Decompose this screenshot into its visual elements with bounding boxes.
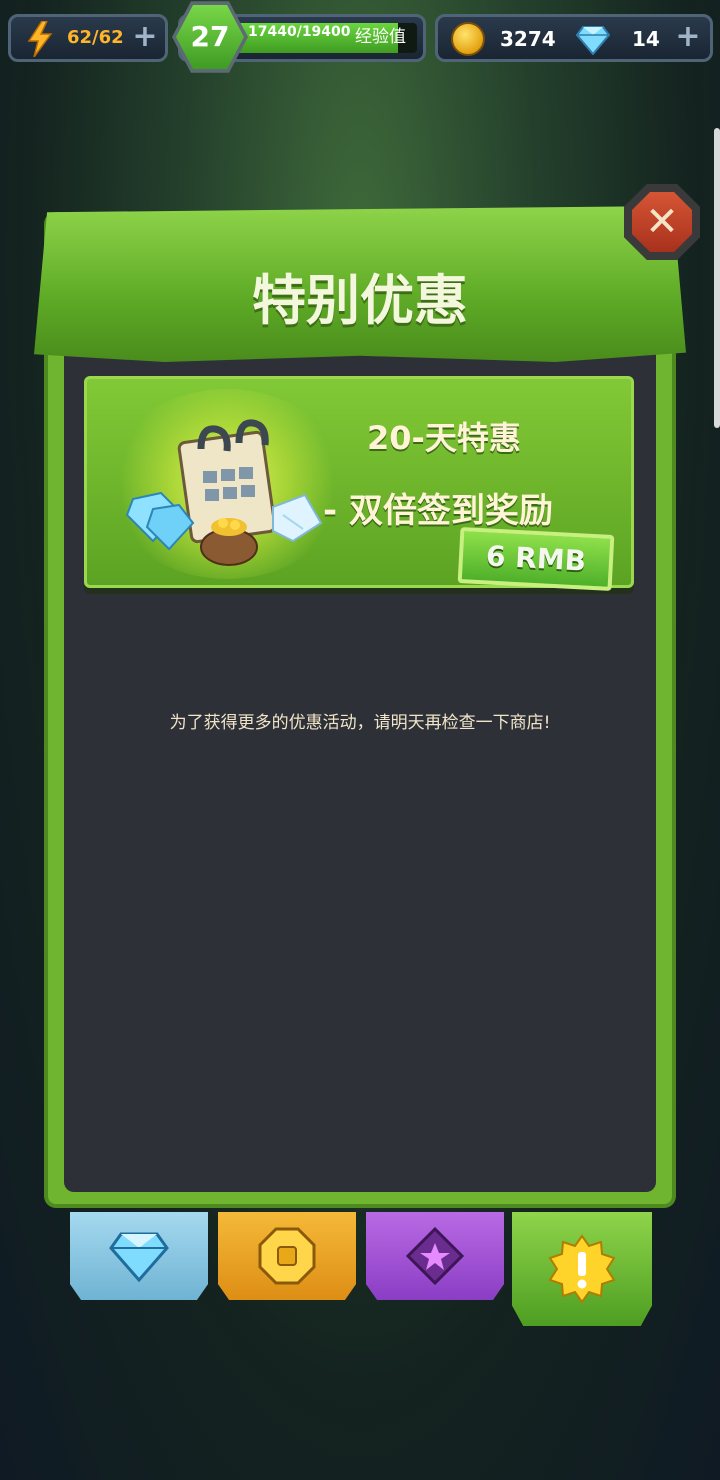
tab-gems[interactable] — [70, 1212, 208, 1300]
energy-counter: 62/62 + — [8, 14, 168, 62]
offer-subtitle: - 双倍签到奖励 — [323, 491, 553, 531]
scroll-indicator[interactable] — [714, 128, 720, 428]
close-button[interactable]: ✕ — [632, 192, 692, 252]
coin-icon — [451, 22, 485, 56]
lightning-icon — [27, 21, 53, 57]
xp-label: 经验值 — [355, 27, 406, 47]
add-gems-button[interactable]: + — [674, 22, 702, 52]
top-resource-bar: 62/62 + 27 17440/19400 经验值 3274 14 + — [0, 0, 720, 80]
calendar-reward-icon — [125, 419, 323, 566]
tab-coins[interactable] — [218, 1212, 356, 1300]
diamond-icon — [576, 26, 610, 55]
tab-special[interactable] — [366, 1212, 504, 1300]
offer-title: 20-天特惠 — [367, 419, 521, 457]
xp-value: 17440/19400 — [248, 24, 351, 40]
diamond-tab-icon — [109, 1232, 169, 1282]
coin-value: 3274 — [500, 27, 556, 51]
offer-card[interactable]: 20-天特惠 - 双倍签到奖励 6 RMB — [84, 376, 634, 591]
coin-tab-icon — [258, 1227, 316, 1285]
dialog-title: 特别优惠 — [252, 269, 468, 332]
dialog-header: 特别优惠 — [34, 206, 686, 362]
tab-offers[interactable] — [512, 1212, 652, 1326]
shop-notice: 为了获得更多的优惠活动，请明天再检查一下商店! — [169, 713, 551, 733]
star-tab-icon — [406, 1227, 464, 1285]
alert-tab-icon — [548, 1234, 616, 1304]
close-x-icon: ✕ — [645, 199, 679, 245]
offer-price-button[interactable]: 6 RMB — [457, 527, 615, 591]
currency-counter: 3274 14 + — [435, 14, 713, 62]
gem-value: 14 — [632, 27, 660, 51]
energy-value: 62/62 — [67, 27, 124, 48]
add-energy-button[interactable]: + — [131, 22, 159, 52]
